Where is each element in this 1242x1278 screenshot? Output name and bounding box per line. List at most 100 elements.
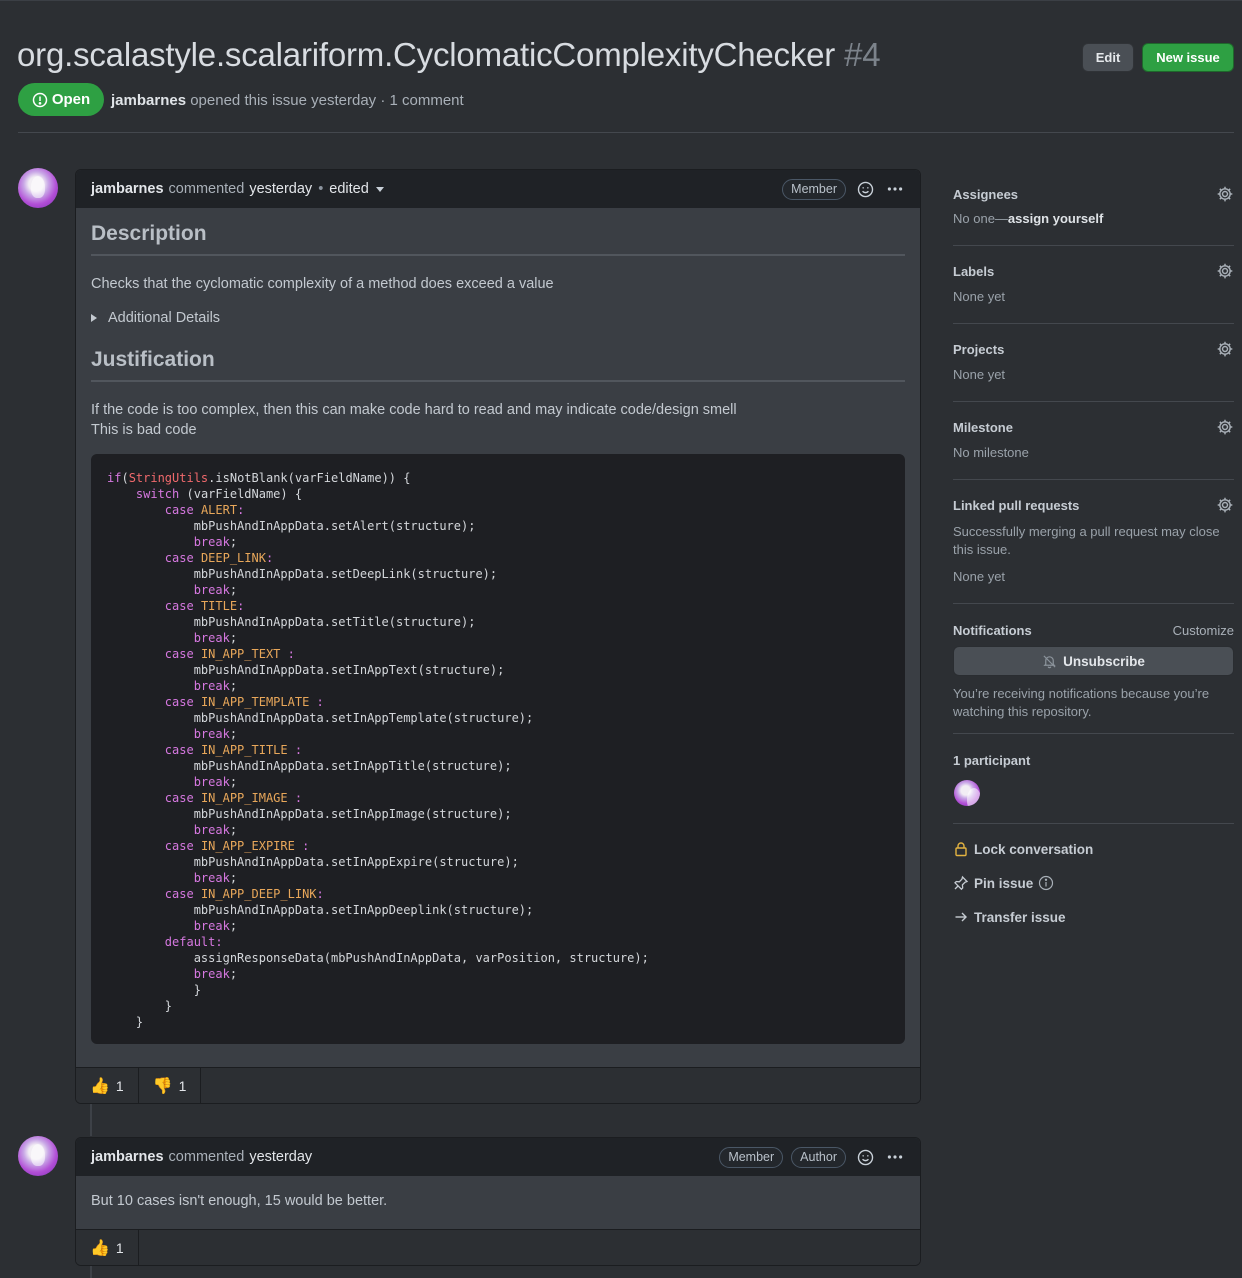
customize-link[interactable]: Customize (1173, 622, 1234, 640)
code-line: break; (107, 630, 889, 646)
reaction-thumbs-up[interactable]: 👍 1 (76, 1068, 139, 1103)
comment-body: But 10 cases isn't enough, 15 would be b… (76, 1176, 920, 1229)
comment-body: Description Checks that the cyclomatic c… (76, 208, 920, 1067)
more-options-kebab-icon[interactable] (884, 178, 906, 200)
add-reaction-smiley-icon[interactable] (854, 1146, 876, 1168)
code-line: break; (107, 534, 889, 550)
code-token: case (164, 695, 194, 709)
code-token: ; (229, 727, 238, 741)
reactions-bar: 👍 1 (76, 1229, 920, 1265)
sidebar-assignees: Assignees No one—assign yourself (953, 170, 1234, 246)
comment-timestamp[interactable]: yesterday (249, 1149, 312, 1165)
edited-dropdown[interactable]: edited (329, 181, 384, 197)
code-token: case (164, 551, 194, 565)
code-line: mbPushAndInAppData.setInAppText(structur… (107, 662, 889, 678)
gear-icon[interactable] (1216, 340, 1234, 358)
code-token: mbPushAndInAppData.setInAppTemplate(stru… (107, 711, 534, 725)
sidebar-heading: Milestone (953, 420, 1013, 435)
add-reaction-smiley-icon[interactable] (854, 178, 876, 200)
code-token: case (164, 647, 194, 661)
timeline-connector (90, 1266, 92, 1278)
code-token: : (316, 887, 324, 901)
edit-button[interactable]: Edit (1082, 43, 1134, 72)
details-summary: Additional Details (108, 310, 221, 326)
gear-icon[interactable] (1216, 418, 1234, 436)
code-token: break (193, 535, 230, 549)
code-token: mbPushAndInAppData.setInAppImage(structu… (107, 807, 512, 821)
code-line: break; (107, 918, 889, 934)
code-line: } (107, 982, 889, 998)
reaction-count: 1 (115, 1078, 124, 1094)
top-border (0, 0, 1242, 1)
code-token: case (164, 599, 194, 613)
code-token: default (164, 935, 216, 949)
code-line: mbPushAndInAppData.setTitle(structure); (107, 614, 889, 630)
more-options-kebab-icon[interactable] (884, 1146, 906, 1168)
code-line: mbPushAndInAppData.setDeepLink(structure… (107, 566, 889, 582)
info-icon[interactable] (1038, 875, 1054, 891)
code-line: case IN_APP_TEXT : (107, 646, 889, 662)
code-token: ; (229, 871, 238, 885)
comment-author[interactable]: jambarnes (91, 181, 164, 197)
new-issue-button[interactable]: New issue (1142, 43, 1234, 72)
separator-dot: • (318, 181, 324, 197)
header-divider (18, 132, 1234, 133)
code-line: mbPushAndInAppData.setInAppTitle(structu… (107, 758, 889, 774)
sidebar-projects: Projects None yet (953, 324, 1234, 402)
transfer-issue-link[interactable]: Transfer issue (953, 909, 1066, 925)
reaction-count: 1 (178, 1078, 187, 1094)
comment-author[interactable]: jambarnes (91, 1149, 164, 1165)
code-line: break; (107, 870, 889, 886)
code-line: break; (107, 966, 889, 982)
paragraph-line: This is bad code (91, 422, 197, 438)
code-line: break; (107, 582, 889, 598)
gear-icon[interactable] (1216, 496, 1234, 514)
comment-header-actions: Member (782, 170, 906, 208)
reaction-thumbs-up[interactable]: 👍 1 (76, 1230, 139, 1265)
sidebar-heading: Projects (953, 342, 1005, 357)
code-line: mbPushAndInAppData.setAlert(structure); (107, 518, 889, 534)
issue-author-link[interactable]: jambarnes (111, 92, 186, 109)
sidebar-heading: 1 participant (953, 753, 1031, 768)
assign-yourself-link[interactable]: assign yourself (1008, 211, 1103, 226)
lock-conversation-link[interactable]: Lock conversation (953, 841, 1093, 857)
reaction-thumbs-down[interactable]: 👎 1 (139, 1068, 202, 1103)
issue-number: #4 (844, 36, 881, 73)
code-line: case ALERT: (107, 502, 889, 518)
code-line: switch (varFieldName) { (107, 486, 889, 502)
milestone-value: No milestone (953, 445, 1029, 460)
code-line: case IN_APP_EXPIRE : (107, 838, 889, 854)
comment-timestamp[interactable]: yesterday (249, 181, 312, 197)
code-line: break; (107, 726, 889, 742)
unsubscribe-button[interactable]: Unsubscribe (953, 646, 1234, 676)
details-toggle[interactable]: Additional Details (91, 310, 905, 326)
gear-icon[interactable] (1216, 185, 1234, 203)
avatar[interactable] (18, 168, 58, 208)
code-token: : (287, 791, 303, 805)
gear-icon[interactable] (1216, 262, 1234, 280)
code-token: : (237, 599, 245, 613)
issue-title: org.scalastyle.scalariform.CyclomaticCom… (17, 36, 881, 74)
code-token: ; (229, 631, 238, 645)
code-line: mbPushAndInAppData.setInAppDeeplink(stru… (107, 902, 889, 918)
code-token: break (193, 871, 230, 885)
arrow-right-icon (955, 912, 967, 922)
markdown-paragraph: But 10 cases isn't enough, 15 would be b… (91, 1193, 388, 1209)
pin-issue-link[interactable]: Pin issue (953, 875, 1054, 891)
code-token: switch (135, 487, 180, 501)
avatar[interactable] (18, 1136, 58, 1176)
participant-avatar[interactable] (954, 780, 980, 806)
